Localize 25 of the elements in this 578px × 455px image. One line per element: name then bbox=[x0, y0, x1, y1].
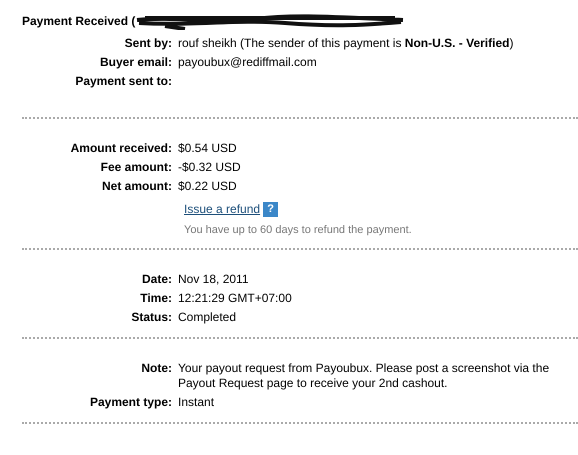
field-value: rouf sheikh (The sender of this payment is Non-U.S. - Verified) bbox=[178, 36, 514, 51]
field-value: Completed bbox=[178, 310, 238, 325]
field-label: Buyer email: bbox=[100, 55, 172, 69]
help-icon[interactable]: ? bbox=[263, 202, 278, 217]
field-label: Date: bbox=[142, 272, 172, 286]
field-label: Payment sent to: bbox=[75, 74, 172, 88]
field-value: Instant bbox=[178, 395, 216, 410]
field-label: Note: bbox=[141, 361, 172, 375]
field-value: Nov 18, 2011 bbox=[178, 272, 250, 287]
page-title: Payment Received ( bbox=[22, 14, 136, 29]
field-value: $0.54 USD bbox=[178, 141, 238, 156]
field-label: Fee amount: bbox=[100, 160, 172, 174]
field-label: Payment type: bbox=[90, 395, 172, 409]
field-label: Status: bbox=[131, 310, 172, 324]
field-label: Net amount: bbox=[102, 179, 172, 193]
field-value: $0.22 USD bbox=[178, 179, 238, 194]
field-value: -$0.32 USD bbox=[178, 160, 242, 175]
field-label: Sent by: bbox=[124, 36, 172, 50]
field-label: Amount received: bbox=[70, 141, 172, 155]
field-value: Your payout request from Payoubux. Please post a screenshot via the Payout Request page to receive your 2nd cashout. bbox=[178, 361, 550, 391]
field-value: 12:21:29 GMT+07:00 bbox=[178, 291, 293, 306]
field-label: Time: bbox=[140, 291, 172, 305]
refund-hint: You have up to 60 days to refund the payment. bbox=[184, 223, 413, 238]
field-value: payoubux@rediffmail.com bbox=[178, 55, 318, 70]
issue-refund-link[interactable]: Issue a refund bbox=[184, 202, 260, 217]
